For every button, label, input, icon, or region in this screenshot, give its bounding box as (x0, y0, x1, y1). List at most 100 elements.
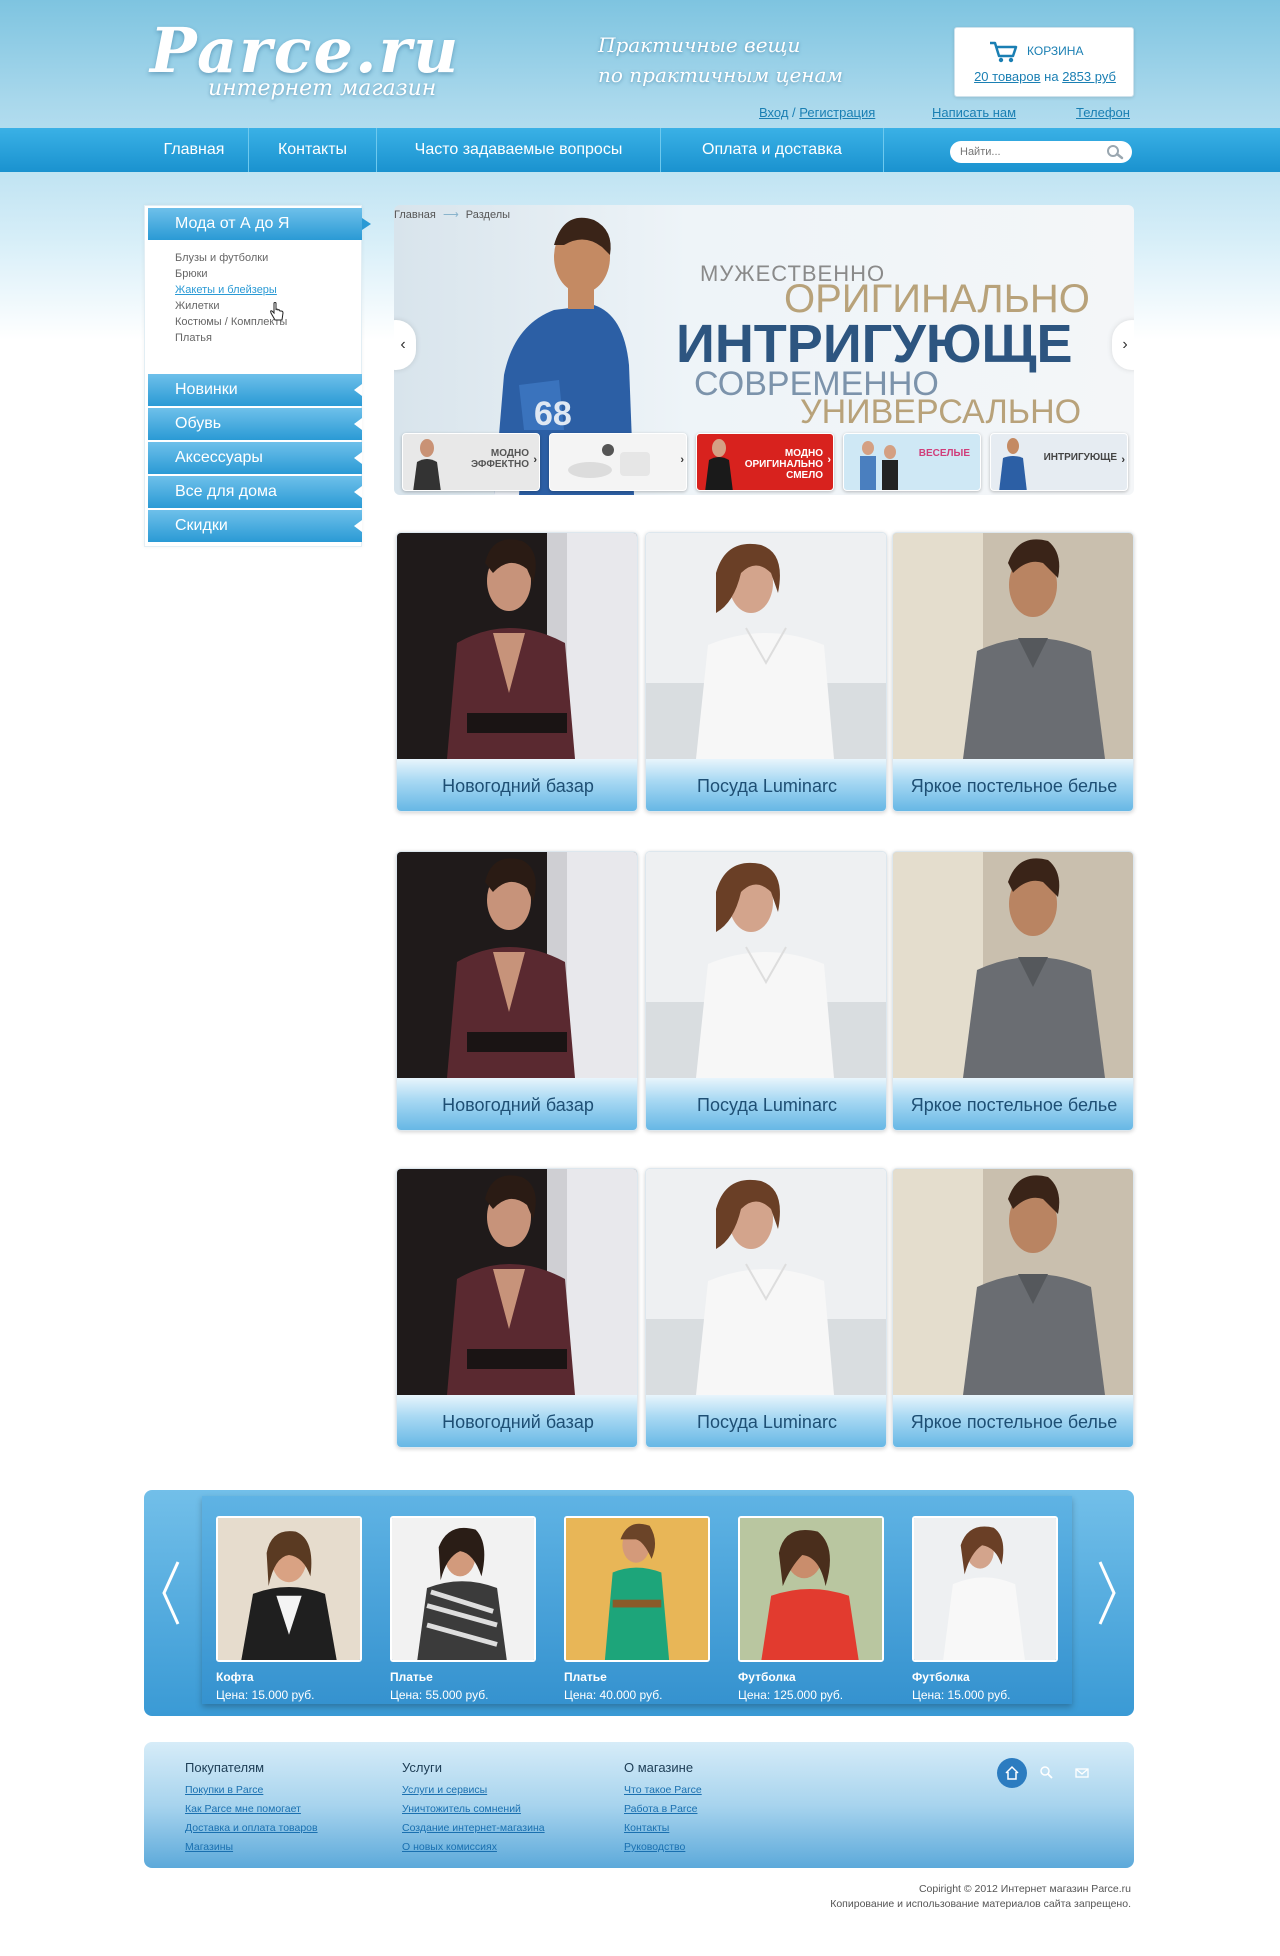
category-sidebar: Мода от А до Я Блузы и футболки Брюки Жа… (144, 205, 371, 547)
footer-link[interactable]: Услуги и сервисы (402, 1784, 487, 1796)
product-tile[interactable]: Яркое постельное белье (892, 532, 1134, 812)
phone-link[interactable]: Телефон (1076, 105, 1130, 120)
cart-widget[interactable]: КОРЗИНА 20 товаров на 2853 руб (954, 27, 1134, 97)
hero-thumb-1[interactable]: МОДНО ЭФФЕКТНО › (402, 433, 540, 491)
cart-summary: 20 товаров на 2853 руб (955, 69, 1135, 84)
carousel-item-photo[interactable] (564, 1516, 710, 1662)
sidebar-subitem-jackets[interactable]: Жакеты и блейзеры (175, 284, 277, 296)
sidebar-item-home[interactable]: Все для дома (148, 476, 362, 508)
tile-photo (893, 533, 1133, 759)
slogan-line-1: Практичные вещи (598, 33, 801, 57)
carousel-item-price: Цена: 15.000 руб. (216, 1688, 315, 1702)
arrow-icon (354, 418, 362, 430)
search-input[interactable] (960, 144, 1100, 160)
footer-link[interactable]: Контакты (624, 1822, 669, 1834)
cart-icon (990, 41, 1018, 63)
hero-thumb-5[interactable]: ИНТРИГУЮЩЕ › (990, 433, 1128, 491)
auth-links: Вход / Регистрация (759, 105, 875, 120)
carousel-item-name[interactable]: Платье (564, 1670, 607, 1684)
logo-subtitle: интернет магазин (208, 76, 437, 101)
product-carousel: Кофта Цена: 15.000 руб. Платье Цена: 55.000… (144, 1490, 1134, 1716)
carousel-item-photo[interactable] (912, 1516, 1058, 1662)
cart-sum-link[interactable]: 2853 руб (1062, 69, 1116, 84)
mail-icon[interactable] (1067, 1758, 1097, 1788)
product-tile[interactable]: Яркое постельное белье (892, 851, 1134, 1131)
sidebar-subitem-vests[interactable]: Жилетки (175, 300, 219, 312)
home-icon[interactable] (997, 1758, 1027, 1788)
nav-faq[interactable]: Часто задаваемые вопросы (377, 128, 660, 172)
carousel-prev-arrow-icon[interactable] (156, 1558, 186, 1628)
search-icon[interactable] (1032, 1758, 1062, 1788)
sidebar-item-shoes[interactable]: Обувь (148, 408, 362, 440)
footer-link[interactable]: Что такое Parce (624, 1784, 702, 1796)
nav-contacts[interactable]: Контакты (249, 128, 376, 172)
tile-caption: Новогодний базар (397, 1395, 637, 1447)
sidebar-head-fashion[interactable]: Мода от А до Я (148, 208, 371, 240)
carousel-item-photo[interactable] (216, 1516, 362, 1662)
sidebar-item-label: Скидки (175, 517, 228, 534)
sidebar-subitem-trousers[interactable]: Брюки (175, 268, 208, 280)
breadcrumb-current: Разделы (465, 209, 511, 221)
carousel-item-name[interactable]: Футболка (738, 1670, 796, 1684)
sidebar-item-new[interactable]: Новинки (148, 374, 362, 406)
nav-home[interactable]: Главная (140, 128, 248, 172)
sidebar-item-accessories[interactable]: Аксессуары (148, 442, 362, 474)
footer-link[interactable]: Доставка и оплата товаров (185, 1822, 318, 1834)
carousel-item-name[interactable]: Платье (390, 1670, 433, 1684)
slogan-line-2: по практичным ценам (598, 63, 843, 87)
carousel-item-photo[interactable] (390, 1516, 536, 1662)
carousel-photo-image (392, 1518, 534, 1660)
nav-divider (883, 128, 884, 172)
carousel-item-name[interactable]: Футболка (912, 1670, 970, 1684)
carousel-next-arrow-icon[interactable] (1092, 1558, 1122, 1628)
footer-link[interactable]: О новых комиссиях (402, 1841, 497, 1853)
product-tile[interactable]: Посуда Luminarc (645, 1168, 887, 1448)
thumb-photo (999, 438, 1027, 490)
hero-thumb-4[interactable]: ВЕСЕЛЫЕ (843, 433, 981, 491)
nav-payment-delivery[interactable]: Оплата и доставка (661, 128, 883, 172)
cart-count-link[interactable]: 20 товаров (974, 69, 1040, 84)
copyright-line-2: Копирование и использование материалов с… (830, 1898, 1131, 1910)
hero-next-button[interactable]: › (1112, 320, 1134, 370)
footer-link[interactable]: Руководство (624, 1841, 685, 1853)
cart-title: КОРЗИНА (1027, 44, 1084, 58)
product-tile[interactable]: Новогодний базар (396, 1168, 638, 1448)
tile-caption: Яркое постельное белье (893, 759, 1133, 811)
cart-on-label: на (1044, 69, 1059, 84)
product-tile[interactable]: Посуда Luminarc (645, 851, 887, 1131)
breadcrumb-arrow-icon: ⟶ (442, 209, 459, 221)
write-us-link[interactable]: Написать нам (932, 105, 1016, 120)
footer-link[interactable]: Уничтожитель сомнений (402, 1803, 521, 1815)
carousel-item-photo[interactable] (738, 1516, 884, 1662)
carousel-item-name[interactable]: Кофта (216, 1670, 254, 1684)
footer-link[interactable]: Работа в Parce (624, 1803, 698, 1815)
footer-link[interactable]: Как Parce мне помогает (185, 1803, 301, 1815)
login-link[interactable]: Вход (759, 105, 788, 120)
tile-caption: Новогодний базар (397, 759, 637, 811)
register-link[interactable]: Регистрация (799, 105, 875, 120)
thumb-photo (705, 439, 733, 490)
product-tile[interactable]: Новогодний базар (396, 851, 638, 1131)
hero-thumb-3[interactable]: МОДНО ОРИГИНАЛЬНО СМЕЛО › (696, 433, 834, 491)
thumb-photo (568, 444, 650, 478)
product-tile[interactable]: Новогодний базар (396, 532, 638, 812)
product-tile[interactable]: Посуда Luminarc (645, 532, 887, 812)
hero-banner[interactable]: 68 МУЖЕСТВЕННО ОРИГИНАЛЬНО ИНТРИГУЮЩЕ СО… (394, 205, 1134, 495)
tile-caption: Посуда Luminarc (646, 1395, 886, 1447)
breadcrumb-home[interactable]: Главная (394, 209, 436, 221)
sidebar-subitem-blouses[interactable]: Блузы и футболки (175, 252, 268, 264)
product-tile[interactable]: Яркое постельное белье (892, 1168, 1134, 1448)
footer-link[interactable]: Покупки в Parce (185, 1784, 263, 1796)
svg-text:68: 68 (534, 395, 572, 433)
sidebar-item-sale[interactable]: Скидки (148, 510, 362, 542)
thumb-arrow-icon: › (680, 454, 684, 466)
footer-link[interactable]: Магазины (185, 1841, 233, 1853)
sidebar-item-label: Аксессуары (175, 449, 263, 466)
footer: Покупателям Покупки в Parce Как Parce мн… (144, 1742, 1134, 1868)
auth-separator: / (792, 105, 796, 120)
hero-thumb-2[interactable]: › (549, 433, 687, 491)
sidebar-subitem-dresses[interactable]: Платья (175, 332, 212, 344)
footer-link[interactable]: Создание интернет-магазина (402, 1822, 545, 1834)
hero-prev-button[interactable]: ‹ (394, 320, 416, 370)
search-icon[interactable] (1106, 144, 1124, 160)
